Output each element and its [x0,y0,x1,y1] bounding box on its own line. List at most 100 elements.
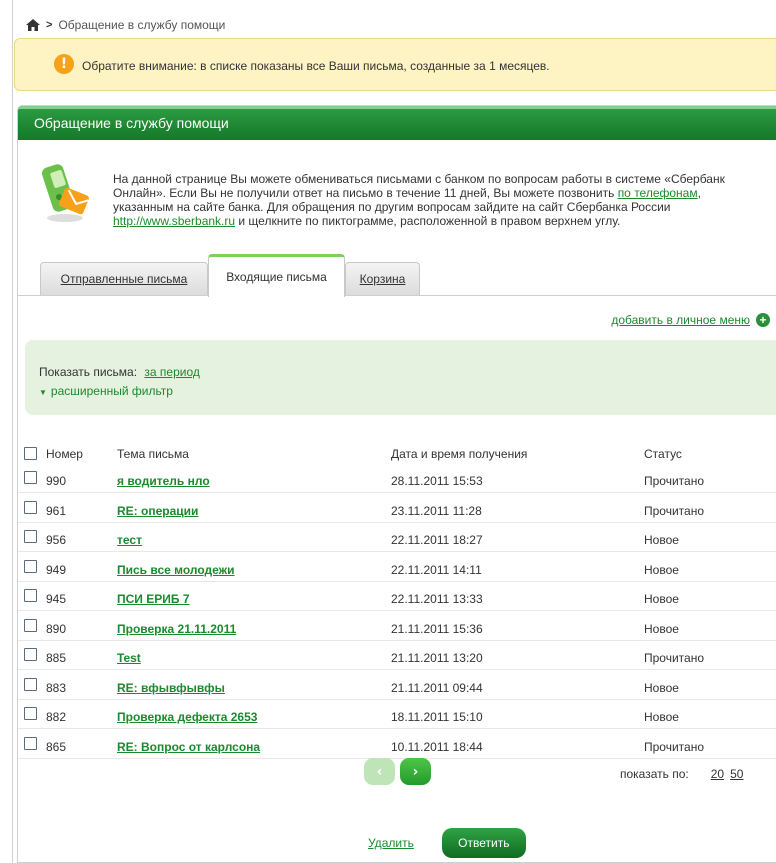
header-subject: Тема письма [117,447,189,461]
phones-link[interactable]: по телефонам [618,186,698,200]
reply-button[interactable]: Ответить [441,828,526,858]
row-number: 883 [46,680,67,695]
pagination: ‹ › [364,758,431,785]
actions: Удалить Ответить [368,828,526,858]
triangle-down-icon: ▼ [39,388,47,397]
row-checkbox[interactable] [24,648,37,661]
row-status: Прочитано [644,474,704,488]
table-row: 890 Проверка 21.11.2011 21.11.2011 15:36 Но… [18,614,776,641]
row-number: 885 [46,651,67,665]
filter-show: Показать письма: за период [39,365,200,379]
row-date: 10.11.2011 18:44 [391,739,483,754]
table-row: 956 тест 22.11.2011 18:27 Новое [18,525,776,552]
per-page: показать по: 20 50 [620,767,743,781]
table-row: 883 RE: вфывфывфы 21.11.2011 09:44 Новое [18,673,776,700]
row-number: 945 [46,592,67,606]
row-date: 18.11.2011 15:10 [391,710,483,724]
row-status: Новое [644,710,679,724]
row-number: 990 [46,474,67,488]
table-row: 949 Пись все молодежи 22.11.2011 14:11 Ново… [18,555,776,582]
table-row: 961 RE: операции 23.11.2011 11:28 Прочитано [18,496,776,523]
row-checkbox[interactable] [24,559,37,573]
delete-button[interactable]: Удалить [368,836,414,850]
row-date: 21.11.2011 15:36 [391,621,483,636]
row-subject-link[interactable]: Пись все молодежи [117,563,235,577]
row-number: 865 [46,739,67,754]
table-row: 945 ПСИ ЕРИБ 7 22.11.2011 13:33 Новое [18,584,776,611]
table-row: 865 RE: Вопрос от карлсона 10.11.2011 18:4… [18,732,776,759]
row-subject-link[interactable]: RE: операции [117,504,198,518]
row-checkbox[interactable] [24,589,37,602]
row-subject-link[interactable]: Проверка дефекта 2653 [117,710,257,724]
row-subject-link[interactable]: RE: Вопрос от карлсона [117,740,260,754]
row-date: 28.11.2011 15:53 [391,474,483,488]
per-page-20[interactable]: 20 [711,767,724,781]
next-page-button[interactable]: › [400,758,431,785]
row-status: Новое [644,592,679,606]
header-number: Номер [46,447,83,461]
tab-trash[interactable]: Корзина [345,262,420,295]
filter-show-label: Показать письма: [39,365,138,379]
per-page-label: показать по: [620,767,689,781]
row-status: Новое [644,680,679,695]
sberbank-site-link[interactable]: http://www.sberbank.ru [113,214,235,228]
row-checkbox[interactable] [24,736,37,750]
advanced-filter-label: расширенный фильтр [50,384,173,398]
notice-text: Обратите внимание: в списке показаны все… [82,59,550,73]
row-checkbox[interactable] [24,677,37,691]
row-checkbox[interactable] [24,471,37,484]
row-date: 22.11.2011 14:11 [391,562,482,577]
per-page-50[interactable]: 50 [730,767,743,781]
row-checkbox[interactable] [24,618,37,632]
row-checkbox[interactable] [24,707,37,720]
prev-page-button[interactable]: ‹ [364,758,395,785]
breadcrumb-current: Обращение в службу помощи [58,18,226,32]
mail-tabs: Отправленные письма Входящие письма Корз… [18,252,776,297]
help-panel: Обращение в службу помощи На данной стра… [17,105,776,863]
table-row: 990 я водитель нло 28.11.2011 15:53 Прочита… [18,466,776,493]
chevron-right-icon: > [46,19,53,31]
row-date: 21.11.2011 09:44 [391,680,483,695]
row-status: Прочитано [644,651,704,665]
table-header: Номер Тема письма Дата и время получения… [18,442,776,466]
row-status: Новое [644,533,679,547]
row-status: Новое [644,621,679,636]
notice-banner: ! Обратите внимание: в списке показаны в… [14,38,776,91]
header-date: Дата и время получения [391,447,528,461]
row-subject-link[interactable]: RE: вфывфывфы [117,681,225,695]
phone-mail-icon [41,164,89,222]
row-date: 22.11.2011 13:33 [391,592,483,606]
tab-sent[interactable]: Отправленные письма [40,262,208,295]
intro-text: На данной странице Вы можете обмениватьс… [113,172,763,228]
warning-icon: ! [54,54,74,74]
row-status: Новое [644,562,679,577]
row-subject-link[interactable]: ПСИ ЕРИБ 7 [117,592,190,606]
row-checkbox[interactable] [24,500,37,514]
period-link[interactable]: за период [144,365,199,379]
frame-border [12,0,13,863]
home-icon[interactable] [26,19,40,31]
tab-inbox[interactable]: Входящие письма [208,254,345,297]
breadcrumb: > Обращение в службу помощи [26,17,225,33]
advanced-filter-toggle[interactable]: ▼ расширенный фильтр [39,384,173,398]
row-date: 21.11.2011 13:20 [391,651,483,665]
add-to-menu-link[interactable]: добавить в личное меню + [611,313,770,327]
row-number: 961 [46,503,67,518]
intro-text-part: и щелкните по пиктограмме, расположенной… [235,214,621,228]
row-number: 949 [46,562,67,577]
row-number: 882 [46,710,67,724]
table-row: 885 Test 21.11.2011 13:20 Прочитано [18,643,776,670]
row-status: Прочитано [644,503,704,518]
row-subject-link[interactable]: Test [117,651,141,665]
row-checkbox[interactable] [24,530,37,543]
header-status: Статус [644,447,682,461]
table-row: 882 Проверка дефекта 2653 18.11.2011 15:10… [18,702,776,729]
select-all-checkbox[interactable] [24,447,37,460]
row-date: 22.11.2011 18:27 [391,533,483,547]
row-subject-link[interactable]: Проверка 21.11.2011 [117,622,236,636]
row-number: 890 [46,621,67,636]
row-subject-link[interactable]: я водитель нло [117,474,210,488]
add-to-menu-label: добавить в личное меню [611,313,750,327]
filter-box: Показать письма: за период ▼ расширенный … [25,340,776,415]
row-subject-link[interactable]: тест [117,533,142,547]
